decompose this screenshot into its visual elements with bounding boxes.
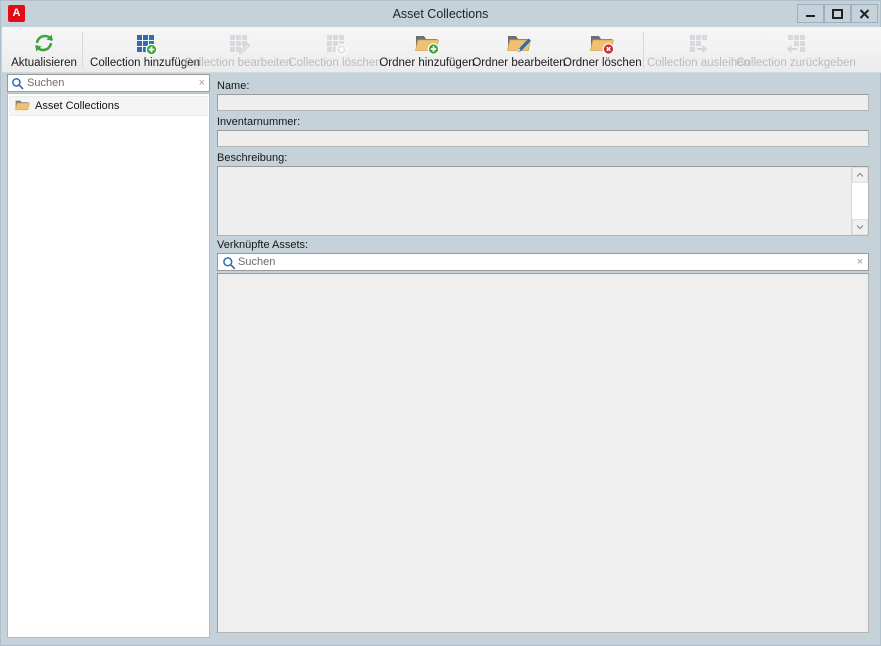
linked-assets-search-box[interactable]: Suchen ×	[217, 253, 869, 271]
maximize-icon	[832, 9, 843, 19]
name-label: Name:	[217, 80, 250, 92]
toolbar-separator	[643, 32, 644, 68]
toolbar-label-checkout-collection: Collection ausleihen	[647, 57, 750, 69]
grid-edit-icon	[182, 30, 294, 56]
refresh-icon	[6, 30, 82, 56]
grid-checkout-icon	[647, 30, 749, 56]
minimize-icon	[806, 15, 815, 17]
tree-item-label: Asset Collections	[35, 100, 120, 112]
chevron-down-icon	[856, 225, 864, 230]
folder-edit-icon	[471, 30, 567, 56]
toolbar-label-edit-collection: Collection bearbeiten	[183, 57, 293, 69]
application-window: A Asset Collections Aktualisieren Collec…	[0, 0, 881, 646]
collections-tree[interactable]: Asset Collections	[7, 93, 210, 638]
search-icon	[11, 77, 24, 93]
toolbar-separator	[82, 32, 83, 68]
linked-assets-search-clear-icon[interactable]: ×	[857, 256, 863, 269]
toolbar-button-refresh[interactable]: Aktualisieren	[6, 28, 82, 72]
toolbar-button-checkin-collection[interactable]: Collection zurückgeben	[735, 28, 857, 72]
toolbar-label-checkin-collection: Collection zurückgeben	[736, 57, 856, 69]
title-bar: A Asset Collections	[1, 1, 880, 27]
search-icon	[222, 256, 236, 273]
toolbar-button-add-folder[interactable]: Ordner hinzufügen	[379, 28, 475, 72]
toolbar-button-delete-collection[interactable]: Collection löschen	[285, 28, 385, 72]
grid-checkin-icon	[735, 30, 857, 56]
inventory-number-label: Inventarnummer:	[217, 116, 301, 128]
grid-delete-icon	[285, 30, 385, 56]
description-scrollbar[interactable]	[851, 167, 868, 235]
linked-assets-list[interactable]	[217, 273, 869, 633]
close-icon	[859, 9, 870, 19]
sidebar: Suchen × Asset Collections	[7, 74, 210, 638]
description-label: Beschreibung:	[217, 152, 288, 164]
inventory-number-input[interactable]	[217, 130, 869, 147]
chevron-up-icon	[856, 172, 864, 177]
detail-form: Name: Inventarnummer: Beschreibung: Verk…	[215, 74, 871, 638]
scroll-up-button[interactable]	[852, 167, 868, 183]
folder-delete-icon	[563, 30, 641, 56]
toolbar-label-edit-folder: Ordner bearbeiten	[472, 57, 566, 69]
toolbar-button-edit-collection[interactable]: Collection bearbeiten	[182, 28, 294, 72]
name-input[interactable]	[217, 94, 869, 111]
folder-icon	[15, 99, 30, 115]
window-title: Asset Collections	[392, 7, 489, 21]
sidebar-search-placeholder: Suchen	[27, 77, 65, 89]
toolbar-label-refresh: Aktualisieren	[11, 57, 77, 69]
toolbar-button-edit-folder[interactable]: Ordner bearbeiten	[471, 28, 567, 72]
tree-item-asset-collections[interactable]: Asset Collections	[9, 96, 208, 116]
sidebar-search-box[interactable]: Suchen ×	[7, 74, 210, 92]
close-button[interactable]	[851, 4, 878, 23]
description-field-wrapper	[217, 166, 869, 236]
linked-assets-label: Verknüpfte Assets:	[217, 239, 309, 251]
linked-assets-search-placeholder: Suchen	[238, 256, 276, 268]
toolbar-label-add-folder: Ordner hinzufügen	[379, 57, 475, 69]
toolbar-label-delete-collection: Collection löschen	[288, 57, 382, 69]
toolbar-button-delete-folder[interactable]: Ordner löschen	[563, 28, 642, 72]
sidebar-search-clear-icon[interactable]: ×	[199, 77, 205, 90]
minimize-button[interactable]	[797, 4, 824, 23]
toolbar-label-delete-folder: Ordner löschen	[563, 57, 642, 69]
folder-add-icon	[379, 30, 475, 56]
scroll-down-button[interactable]	[852, 219, 868, 235]
toolbar: Aktualisieren Collection hinzufügen Coll…	[2, 27, 881, 73]
description-textarea[interactable]	[218, 167, 852, 235]
maximize-button[interactable]	[824, 4, 851, 23]
toolbar-button-checkout-collection[interactable]: Collection ausleihen	[647, 28, 750, 72]
